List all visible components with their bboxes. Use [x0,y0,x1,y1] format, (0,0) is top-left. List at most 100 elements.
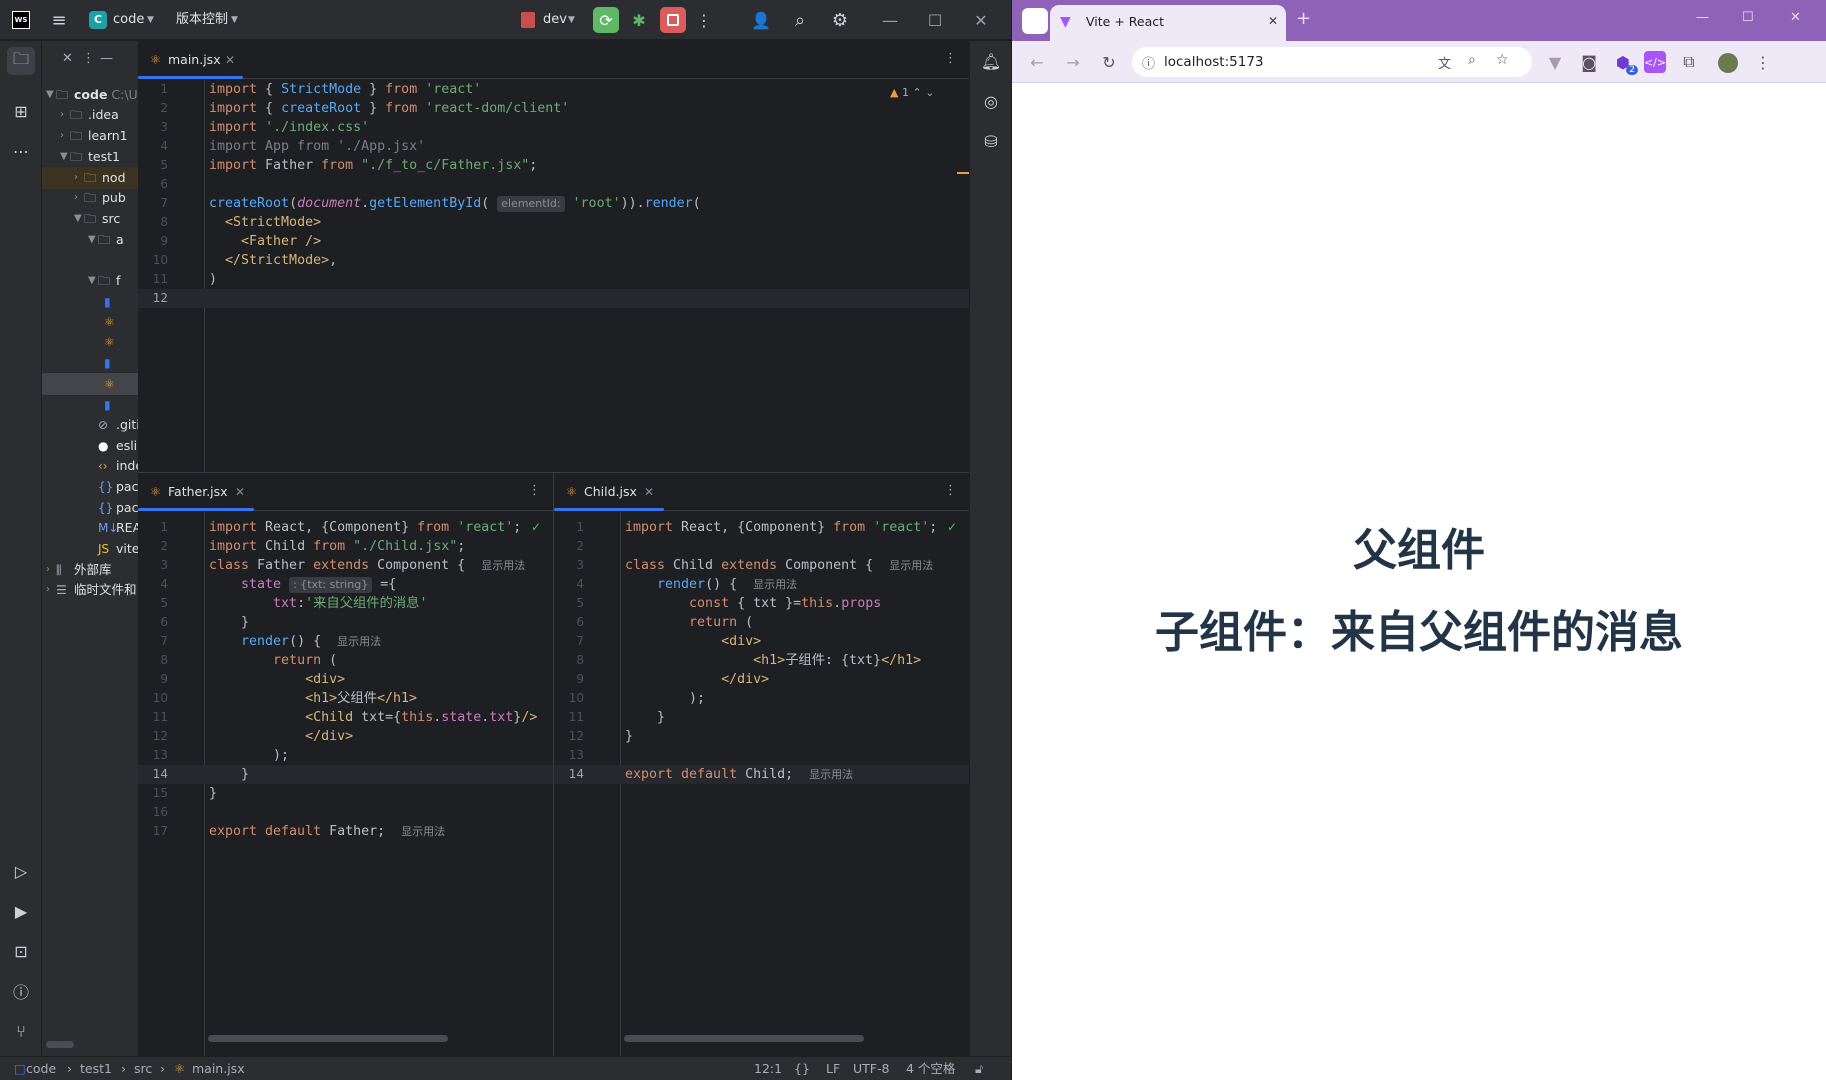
expand-arrow-icon[interactable]: › [60,104,64,126]
code-line[interactable]: import './index.css' [209,118,369,137]
code-line[interactable]: <h1>父组件</h1> [209,689,417,708]
site-info-icon[interactable]: ⓘ [1142,53,1155,72]
ai-assistant-icon[interactable]: ◎ [977,87,1005,115]
tree-item[interactable]: {} pac [42,497,138,519]
indent-setting[interactable]: 4 个空格 [906,1061,955,1077]
run-config-name[interactable]: dev [543,10,567,30]
code-line[interactable]: class Child extends Component { 显示用法 [625,556,933,575]
json-icon[interactable]: {} [794,1061,810,1077]
code-line[interactable]: </StrictMode>, [209,251,337,270]
code-line[interactable]: <div> [209,670,345,689]
more-vertical-icon[interactable]: ⋮ [696,9,712,31]
app-logo[interactable]: WS [12,11,30,29]
breadcrumb-code[interactable]: code [26,1061,56,1077]
breadcrumb-src[interactable]: src [134,1061,152,1077]
code-line[interactable]: } [209,613,249,632]
code-line[interactable]: import { createRoot } from 'react-dom/cl… [209,99,569,118]
code-line[interactable]: ); [209,746,289,765]
code-line[interactable]: } [625,708,665,727]
editor-menu-icon[interactable]: ⋮ [944,51,957,66]
code-extension-icon[interactable]: </> [1644,51,1666,73]
project-name[interactable]: code [113,10,144,30]
project-scrollbar[interactable] [46,1041,74,1048]
browser-tab[interactable]: ▼ Vite + React ✕ [1050,5,1286,41]
tree-item[interactable]: ● eslir [42,435,138,457]
chevron-down-icon[interactable]: ▼ [231,10,238,30]
project-tool-icon[interactable]: 🗀 [7,47,35,75]
code-line[interactable]: ); [625,689,705,708]
extension-badge-icon[interactable]: ⬢ 2 [1612,51,1638,75]
tab-main-jsx[interactable]: ⚛ main.jsx ✕ [138,41,243,79]
inspection-widget[interactable]: ▲ 1 ⌃ ⌄ [890,86,934,99]
line-separator[interactable]: LF [826,1061,840,1077]
tree-item[interactable]: › 🗀 pub [42,187,138,209]
code-line[interactable]: <div> [625,632,761,651]
maximize-icon[interactable]: ☐ [1742,10,1754,25]
tree-item[interactable]: › ⫼ 外部库 [42,559,138,581]
code-line[interactable]: import React, {Component} from 'react'; [625,518,937,537]
search-icon[interactable]: ⌕ [788,9,812,31]
code-line[interactable]: } [625,727,633,746]
url-text[interactable]: localhost:5173 [1164,54,1264,70]
structure-tool-icon[interactable]: ⊞ [7,97,35,125]
tree-item[interactable]: ▮ [42,394,138,416]
code-line[interactable]: return ( [209,651,337,670]
file-encoding[interactable]: UTF-8 [853,1061,889,1077]
tree-item[interactable]: ▮ [42,352,138,374]
forward-icon[interactable]: → [1062,51,1084,73]
editor-menu-icon[interactable]: ⋮ [528,483,541,498]
close-tab-icon[interactable]: ✕ [235,473,245,511]
run-config-icon[interactable] [521,12,535,28]
code-line[interactable]: </div> [625,670,769,689]
tree-item[interactable]: JS vite. [42,538,138,560]
extensions-puzzle-icon[interactable]: ⧉ [1678,51,1700,73]
expand-arrow-icon[interactable]: ▼ [88,270,96,292]
run-tool-icon[interactable]: ▶ [7,897,35,925]
child-hscrollbar[interactable] [624,1035,864,1042]
tree-item[interactable]: ⚛ [42,331,138,353]
code-line[interactable]: } [209,765,249,784]
code-line[interactable]: txt:'来自父组件的消息' [209,594,427,613]
code-line[interactable]: render() { 显示用法 [625,575,797,594]
close-icon[interactable]: ✕ [1790,10,1801,25]
chevron-up-icon[interactable]: ⌃ [912,86,921,99]
code-line[interactable]: state : {txt: string} ={ [209,575,396,594]
project-badge[interactable]: C [89,11,107,29]
address-bar[interactable]: ⓘ localhost:5173 文 ⌕ ☆ [1132,47,1532,77]
caret-position[interactable]: 12:1 [754,1061,782,1077]
bookmark-star-icon[interactable]: ☆ [1496,52,1509,68]
expand-arrow-icon[interactable]: ▼ [60,146,68,168]
profile-tab-icon[interactable] [1022,8,1048,34]
problems-icon[interactable]: ⓘ [7,977,35,1005]
code-line[interactable]: <h1>子组件: {txt}</h1> [625,651,921,670]
maximize-icon[interactable]: ☐ [920,9,950,31]
tree-item[interactable]: › 🗀 learn1 [42,125,138,147]
browser-menu-icon[interactable]: ⋮ [1752,51,1774,73]
close-tab-icon[interactable]: ✕ [1268,14,1278,28]
code-line[interactable]: import App from './App.jsx' [209,137,425,156]
editor-menu-icon[interactable]: ⋮ [944,483,957,498]
extension-icon[interactable]: ◙ [1578,51,1600,73]
tab-child-jsx[interactable]: ⚛ Child.jsx ✕ [554,473,664,511]
tree-item[interactable]: ⚛ [42,311,138,333]
services-icon[interactable]: ▷ [7,857,35,885]
code-line[interactable]: import Child from "./Child.jsx"; [209,537,465,556]
close-icon[interactable]: ✕ [966,9,996,31]
git-icon[interactable]: ⑂ [7,1017,35,1045]
more-tools-icon[interactable]: ⋯ [7,137,35,165]
expand-arrow-icon[interactable]: › [74,167,78,189]
tree-item[interactable]: ‹› inde [42,455,138,477]
reload-icon[interactable]: ↻ [1098,51,1120,73]
code-line[interactable]: </div> [209,727,353,746]
stop-icon[interactable] [660,7,686,33]
father-hscrollbar[interactable] [208,1035,448,1042]
tree-item[interactable]: ▼ 🗀 f [42,270,138,292]
close-tab-icon[interactable]: ✕ [225,41,235,79]
tree-item[interactable]: › ☰ 临时文件和 [42,579,138,601]
code-line[interactable]: import { StrictMode } from 'react' [209,80,481,99]
expand-arrow-icon[interactable]: › [46,559,50,581]
code-line[interactable]: <Child txt={this.state.txt}/> [209,708,537,727]
tree-item[interactable]: ⊘ .giti [42,414,138,436]
code-line[interactable]: import React, {Component} from 'react'; [209,518,521,537]
expand-arrow-icon[interactable]: › [60,125,64,147]
